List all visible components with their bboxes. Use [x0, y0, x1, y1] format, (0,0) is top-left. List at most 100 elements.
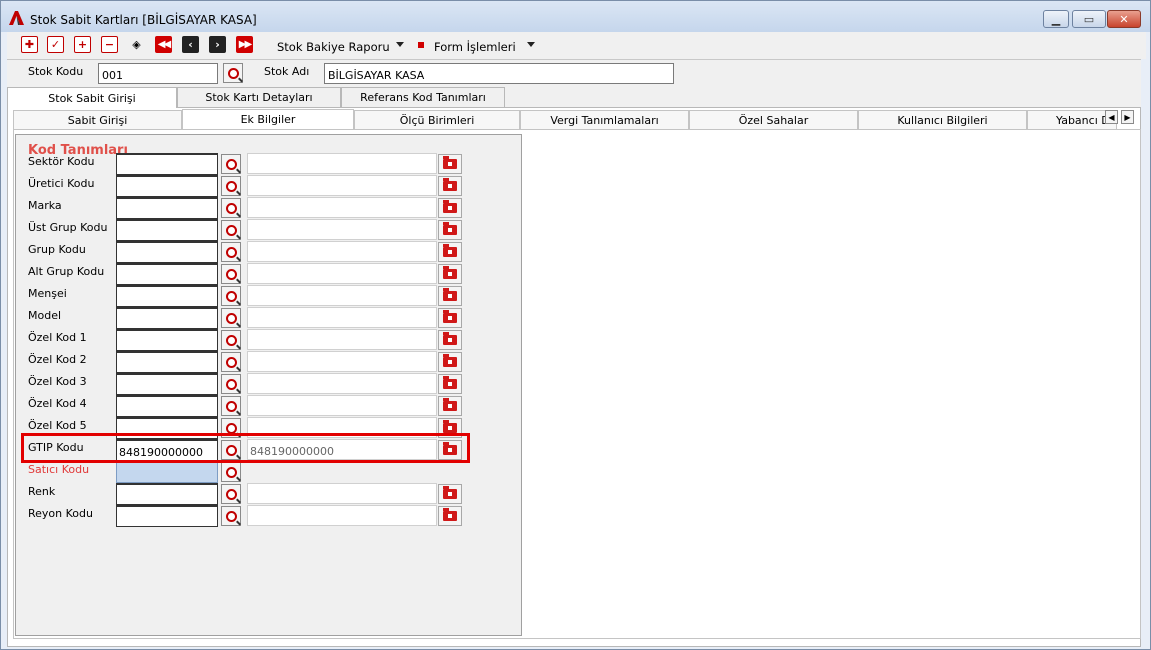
folder-icon [443, 310, 457, 323]
new-icon[interactable]: ✚ [21, 36, 38, 53]
add-icon[interactable]: + [74, 36, 91, 53]
kod-row-15-code-input[interactable] [116, 483, 218, 505]
kod-row-0-code-input[interactable] [116, 153, 218, 175]
kod-row-15-description [247, 483, 437, 504]
chevron-down-icon[interactable] [527, 42, 535, 47]
kod-row-16-lookup-button[interactable] [221, 506, 241, 526]
kod-row-11-open-button[interactable] [438, 396, 462, 416]
gtip-highlight-box [21, 433, 470, 463]
kod-row-5-lookup-button[interactable] [221, 264, 241, 284]
tab-stok-karti-detaylari[interactable]: Stok Kartı Detayları [177, 87, 341, 107]
search-icon [225, 268, 237, 280]
next-icon[interactable]: › [209, 36, 226, 53]
kod-row-1-open-button[interactable] [438, 176, 462, 196]
search-icon [225, 334, 237, 346]
folder-icon [443, 222, 457, 235]
save-icon[interactable]: ✓ [47, 36, 64, 53]
ek-bilgiler-page: Kod Tanımları Sektör Kodu Üretici Kodu Mar… [13, 129, 1141, 639]
chevron-down-icon[interactable] [396, 42, 404, 47]
kod-row-7-description [247, 307, 437, 328]
minimize-button[interactable]: ▁ [1043, 10, 1069, 28]
delete-icon[interactable]: − [101, 36, 118, 53]
maximize-button[interactable]: ▭ [1072, 10, 1106, 28]
kod-row-7-code-input[interactable] [116, 307, 218, 329]
kod-row-11-code-input[interactable] [116, 395, 218, 417]
kod-row-9-lookup-button[interactable] [221, 352, 241, 372]
kod-row-8-lookup-button[interactable] [221, 330, 241, 350]
folder-icon [443, 420, 457, 433]
tab-stok-sabit-girisi[interactable]: Stok Sabit Girişi [7, 87, 177, 108]
tab-sabit-girisi[interactable]: Sabit Girişi [13, 110, 182, 129]
kod-tanimlari-group: Kod Tanımları Sektör Kodu Üretici Kodu Mar… [15, 134, 522, 636]
kod-row-14-lookup-button[interactable] [221, 462, 241, 482]
kod-row-0-lookup-button[interactable] [221, 154, 241, 174]
kod-row-7-lookup-button[interactable] [221, 308, 241, 328]
kod-row-4-label: Grup Kodu [28, 243, 86, 256]
last-icon[interactable]: ▶▶ [236, 36, 253, 53]
kod-row-6-lookup-button[interactable] [221, 286, 241, 306]
kod-row-3-open-button[interactable] [438, 220, 462, 240]
first-icon[interactable]: ◀◀ [155, 36, 172, 53]
kod-row-1-code-input[interactable] [116, 175, 218, 197]
kod-row-5-open-button[interactable] [438, 264, 462, 284]
kod-row-8-open-button[interactable] [438, 330, 462, 350]
kod-row-14-code-input[interactable] [116, 461, 218, 483]
app-logo-icon [9, 11, 24, 25]
kod-row-16-description [247, 505, 437, 526]
kod-row-2-lookup-button[interactable] [221, 198, 241, 218]
erase-icon[interactable]: ◈ [128, 36, 145, 53]
prev-icon[interactable]: ‹ [182, 36, 199, 53]
kod-row-11-label: Özel Kod 4 [28, 397, 87, 410]
tab-vergi-tanimlamalari[interactable]: Vergi Tanımlamaları [520, 110, 689, 129]
kod-row-0-open-button[interactable] [438, 154, 462, 174]
tab-scroll-right-button[interactable]: ▶ [1121, 110, 1134, 124]
kod-row-6-open-button[interactable] [438, 286, 462, 306]
kod-row-11-lookup-button[interactable] [221, 396, 241, 416]
kod-row-10-code-input[interactable] [116, 373, 218, 395]
kod-row-8-label: Özel Kod 1 [28, 331, 87, 344]
kod-row-4-open-button[interactable] [438, 242, 462, 262]
kod-row-5-code-input[interactable] [116, 263, 218, 285]
kod-row-16-code-input[interactable] [116, 505, 218, 527]
kod-row-10-description [247, 373, 437, 394]
kod-row-8-code-input[interactable] [116, 329, 218, 351]
stok-adi-input[interactable]: BİLGİSAYAR KASA [324, 63, 674, 84]
kod-row-1-lookup-button[interactable] [221, 176, 241, 196]
tab-yabanci-dil[interactable]: Yabancı D [1027, 110, 1117, 129]
minimize-icon: ▁ [1051, 12, 1061, 26]
kod-row-3-lookup-button[interactable] [221, 220, 241, 240]
kod-row-7-label: Model [28, 309, 62, 322]
kod-row-10-open-button[interactable] [438, 374, 462, 394]
kod-row-5-description [247, 263, 437, 284]
folder-icon [443, 376, 457, 389]
folder-icon [443, 486, 457, 499]
stok-kodu-lookup-button[interactable] [223, 63, 243, 83]
kod-row-10-lookup-button[interactable] [221, 374, 241, 394]
stok-bakiye-raporu-menu[interactable]: Stok Bakiye Raporu [277, 40, 390, 54]
tab-referans-kod-tanimlari[interactable]: Referans Kod Tanımları [341, 87, 505, 107]
kod-row-6-code-input[interactable] [116, 285, 218, 307]
stok-kodu-input[interactable]: 001 [98, 63, 218, 84]
tab-scroll-left-button[interactable]: ◀ [1105, 110, 1118, 124]
tab-ek-bilgiler[interactable]: Ek Bilgiler [182, 109, 354, 129]
tab-olcu-birimleri[interactable]: Ölçü Birimleri [354, 110, 520, 129]
close-button[interactable]: ✕ [1107, 10, 1141, 28]
kod-row-15-lookup-button[interactable] [221, 484, 241, 504]
kod-row-15-open-button[interactable] [438, 484, 462, 504]
kod-row-3-label: Üst Grup Kodu [28, 221, 108, 234]
stok-kodu-label: Stok Kodu [28, 65, 84, 78]
kod-row-9-code-input[interactable] [116, 351, 218, 373]
kod-row-7-open-button[interactable] [438, 308, 462, 328]
kod-row-2-open-button[interactable] [438, 198, 462, 218]
tab-kullanici-bilgileri[interactable]: Kullanıcı Bilgileri [858, 110, 1027, 129]
kod-row-4-lookup-button[interactable] [221, 242, 241, 262]
form-islemleri-menu[interactable]: Form İşlemleri [434, 40, 516, 54]
kod-row-9-open-button[interactable] [438, 352, 462, 372]
kod-row-4-code-input[interactable] [116, 241, 218, 263]
kod-row-3-code-input[interactable] [116, 219, 218, 241]
tab-ozel-sahalar[interactable]: Özel Sahalar [689, 110, 858, 129]
kod-row-16-open-button[interactable] [438, 506, 462, 526]
search-icon [225, 422, 237, 434]
kod-row-15-label: Renk [28, 485, 56, 498]
kod-row-2-code-input[interactable] [116, 197, 218, 219]
